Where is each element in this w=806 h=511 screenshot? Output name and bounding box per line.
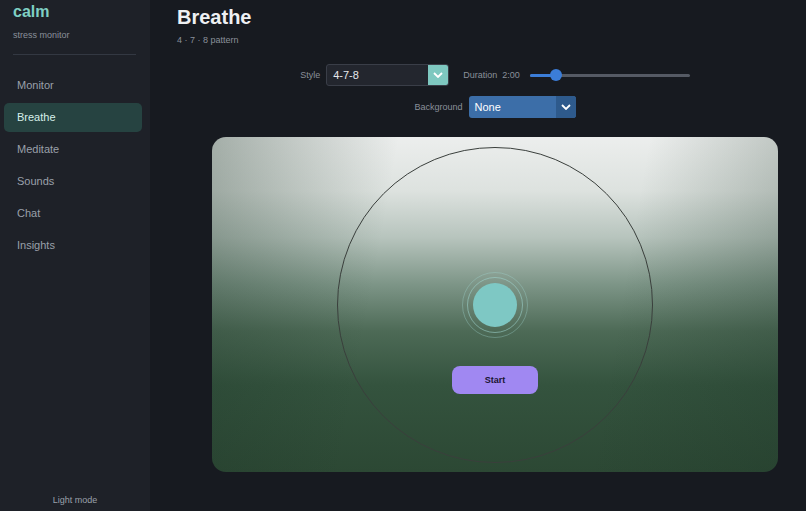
divider xyxy=(13,54,136,55)
nav: Monitor Breathe Meditate Sounds Chat Insights xyxy=(4,71,142,260)
sidebar-item[interactable]: Meditate xyxy=(4,135,142,164)
style-label: Style xyxy=(300,70,320,80)
sidebar-item[interactable]: Breathe xyxy=(4,103,142,132)
page-title: Breathe xyxy=(177,6,778,28)
page-subtitle: 4 · 7 · 8 pattern xyxy=(177,35,778,45)
main: Breathe 4 · 7 · 8 pattern Style 4-7-8 Durati… xyxy=(150,0,806,511)
duration-label: Duration 2:00 xyxy=(463,70,520,80)
chevron-down-icon xyxy=(556,96,576,118)
breath-orb xyxy=(473,283,517,327)
sidebar-item[interactable]: Monitor xyxy=(4,71,142,100)
sidebar-item[interactable]: Chat xyxy=(4,199,142,228)
sidebar-item[interactable]: Sounds xyxy=(4,167,142,196)
app: calm stress monitor Monitor Breathe Meditate… xyxy=(0,0,806,511)
tagline: stress monitor xyxy=(4,30,142,40)
controls: Style 4-7-8 Duration 2:00 Background None xyxy=(212,64,778,118)
background-label: Background xyxy=(414,102,462,112)
sidebar: calm stress monitor Monitor Breathe Meditate… xyxy=(0,0,150,511)
duration-slider[interactable] xyxy=(530,68,690,82)
breathing-stage: Start xyxy=(212,137,778,472)
sidebar-item[interactable]: Insights xyxy=(4,231,142,260)
logo: calm xyxy=(4,2,142,22)
slider-knob[interactable] xyxy=(550,69,562,81)
theme-toggle[interactable]: Light mode xyxy=(4,495,142,505)
start-button[interactable]: Start xyxy=(452,366,538,394)
background-select[interactable]: None xyxy=(469,96,576,118)
duration-reading: 2:00 xyxy=(502,70,520,80)
chevron-down-icon xyxy=(428,65,448,85)
style-select[interactable]: 4-7-8 xyxy=(326,64,449,86)
